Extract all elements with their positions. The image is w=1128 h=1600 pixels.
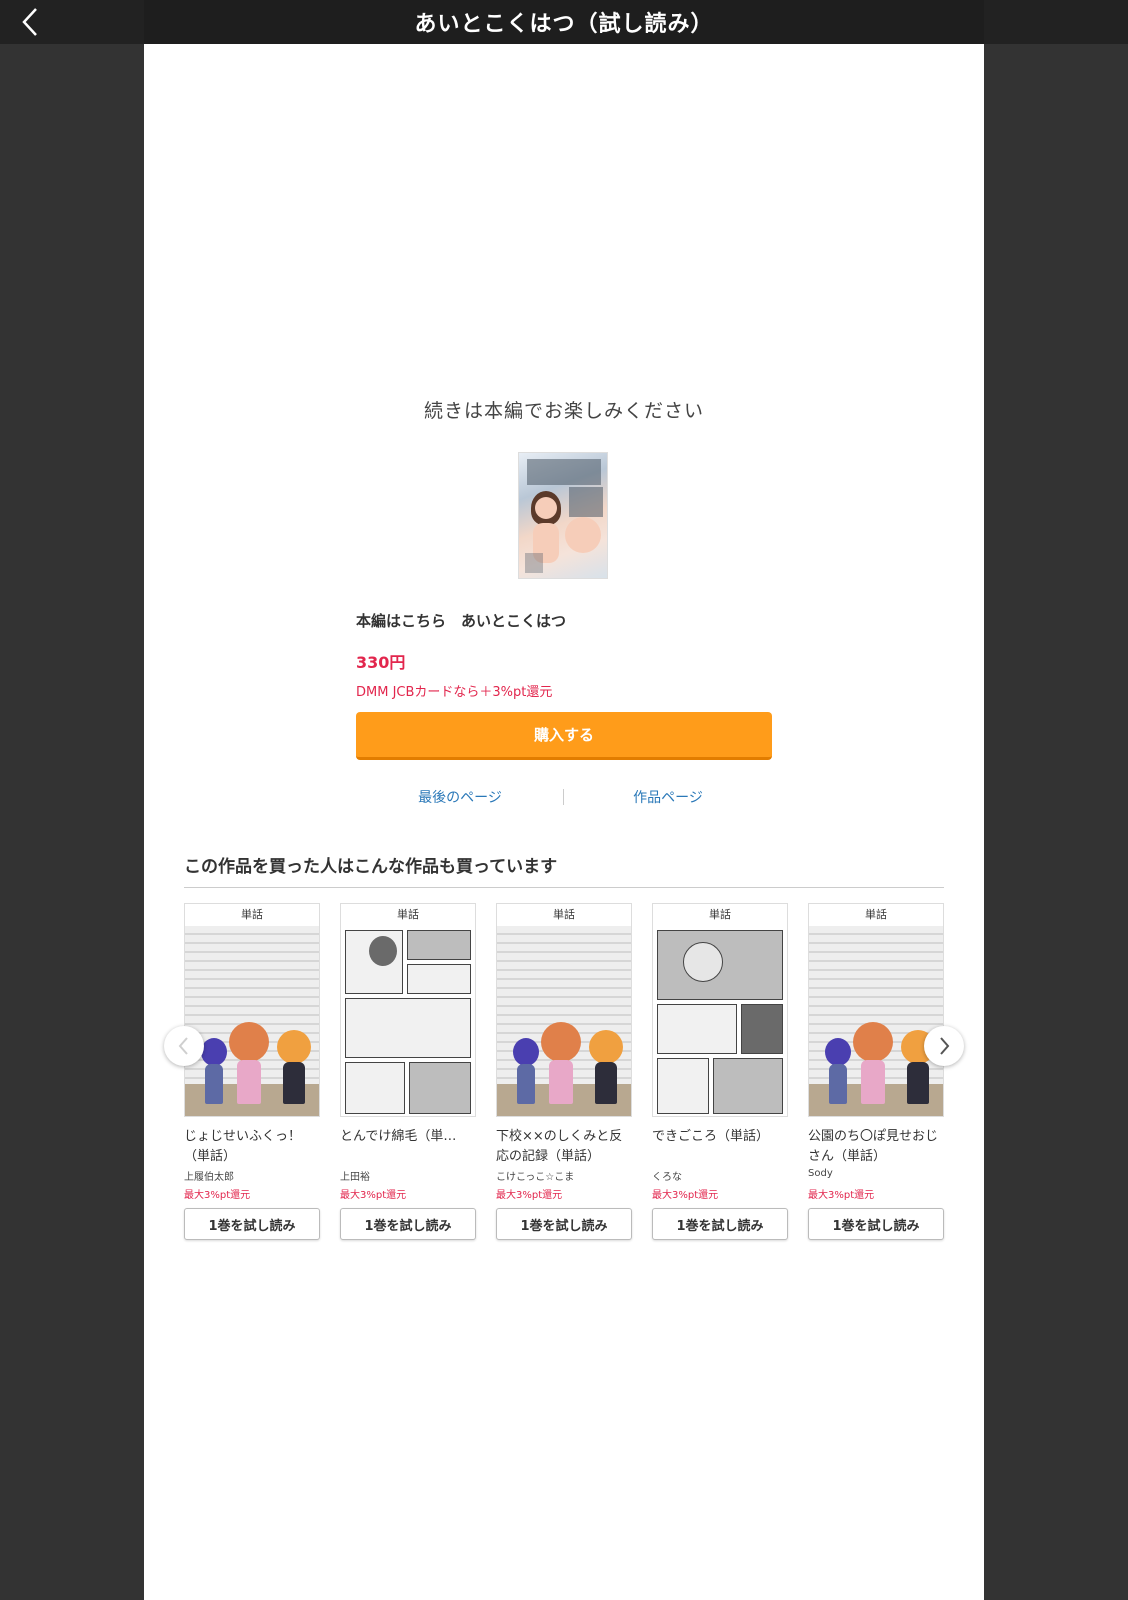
card-point-note: DMM JCBカードなら＋3%pt還元	[356, 685, 553, 700]
purchase-box: 本編はこちら あいとこくはつ 330円 DMM JCBカードなら＋3%pt還元 …	[356, 610, 772, 760]
thumbnail[interactable]: 単話	[184, 903, 320, 1117]
trial-read-button[interactable]: 1巻を試し読み	[496, 1208, 632, 1240]
item-points: 最大3%pt還元	[496, 1190, 563, 1201]
trial-read-button[interactable]: 1巻を試し読み	[652, 1208, 788, 1240]
main-work-title: 本編はこちら あいとこくはつ	[356, 612, 567, 630]
type-badge: 単話	[653, 904, 787, 926]
list-item: 単話 公園のち〇ぽ見せおじさん（単話） Sody 最大3%pt還元 1巻を試し読…	[808, 903, 944, 1240]
no-image-placeholder	[497, 926, 631, 1116]
item-author[interactable]: 上履伯太郎	[184, 1168, 320, 1184]
page-links: 最後のページ 作品ページ	[356, 787, 772, 811]
work-page-link[interactable]: 作品ページ	[564, 787, 772, 807]
thumbnail[interactable]: 単話	[652, 903, 788, 1117]
buy-button[interactable]: 購入する	[356, 712, 772, 760]
item-title[interactable]: 下校××のしくみと反応の記録（単話）	[496, 1127, 632, 1167]
book-cover-image[interactable]	[518, 452, 608, 579]
item-title[interactable]: じょじせいふくっ！（単話）	[184, 1127, 320, 1167]
list-item: 単話 とんでけ綿毛（単… 上田裕 最大3%pt還元 1巻を試し読み	[340, 903, 476, 1240]
type-badge: 単話	[185, 904, 319, 926]
item-points: 最大3%pt還元	[340, 1190, 407, 1201]
thumbnail[interactable]: 単話	[496, 903, 632, 1117]
price: 330円	[356, 653, 406, 672]
reader-end-page: 続きは本編でお楽しみください 本編はこちら あいとこくはつ 330円 DMM J…	[144, 44, 984, 1600]
back-button[interactable]	[14, 6, 46, 38]
recommend-heading: この作品を買った人はこんな作品も買っています	[184, 857, 558, 877]
item-author[interactable]: 上田裕	[340, 1168, 476, 1184]
trial-read-button[interactable]: 1巻を試し読み	[340, 1208, 476, 1240]
list-item: 単話 下校××のしくみと反応の記録（単話） こけこっこ☆こま 最大3%pt還元 …	[496, 903, 632, 1240]
top-bar: あいとこくはつ（試し読み）	[0, 0, 1128, 44]
item-title[interactable]: とんでけ綿毛（単…	[340, 1127, 476, 1167]
item-author[interactable]: Sody	[808, 1168, 944, 1184]
item-author[interactable]: こけこっこ☆こま	[496, 1168, 632, 1184]
manga-page-image	[653, 926, 787, 1116]
item-points: 最大3%pt還元	[652, 1190, 719, 1201]
type-badge: 単話	[809, 904, 943, 926]
page-title: あいとこくはつ（試し読み）	[414, 12, 714, 37]
list-item: 単話 できごころ（単話） くろな 最大3%pt還元 1巻を試し読み	[652, 903, 788, 1240]
title-area: あいとこくはつ（試し読み）	[144, 0, 984, 44]
last-page-link[interactable]: 最後のページ	[356, 787, 564, 807]
type-badge: 単話	[341, 904, 475, 926]
recommend-carousel: 単話 じょじせいふくっ！（単話） 上履伯太郎 最大3%pt還元 1巻を試し読み …	[184, 903, 944, 1263]
continue-message: 続きは本編でお楽しみください	[423, 400, 704, 422]
divider	[184, 887, 944, 888]
manga-page-image	[341, 926, 475, 1116]
no-image-placeholder	[185, 926, 319, 1116]
trial-read-button[interactable]: 1巻を試し読み	[808, 1208, 944, 1240]
item-title[interactable]: できごころ（単話）	[652, 1127, 788, 1167]
item-points: 最大3%pt還元	[808, 1190, 875, 1201]
item-points: 最大3%pt還元	[184, 1190, 251, 1201]
chevron-left-icon	[178, 1037, 188, 1055]
item-title[interactable]: 公園のち〇ぽ見せおじさん（単話）	[808, 1127, 944, 1167]
thumbnail[interactable]: 単話	[340, 903, 476, 1117]
list-item: 単話 じょじせいふくっ！（単話） 上履伯太郎 最大3%pt還元 1巻を試し読み	[184, 903, 320, 1240]
carousel-prev-button[interactable]	[164, 1026, 204, 1066]
item-author[interactable]: くろな	[652, 1168, 788, 1184]
no-image-placeholder	[809, 926, 943, 1116]
thumbnail[interactable]: 単話	[808, 903, 944, 1117]
carousel-next-button[interactable]	[924, 1026, 964, 1066]
chevron-right-icon	[940, 1037, 950, 1055]
chevron-left-icon	[22, 8, 37, 36]
type-badge: 単話	[497, 904, 631, 926]
trial-read-button[interactable]: 1巻を試し読み	[184, 1208, 320, 1240]
